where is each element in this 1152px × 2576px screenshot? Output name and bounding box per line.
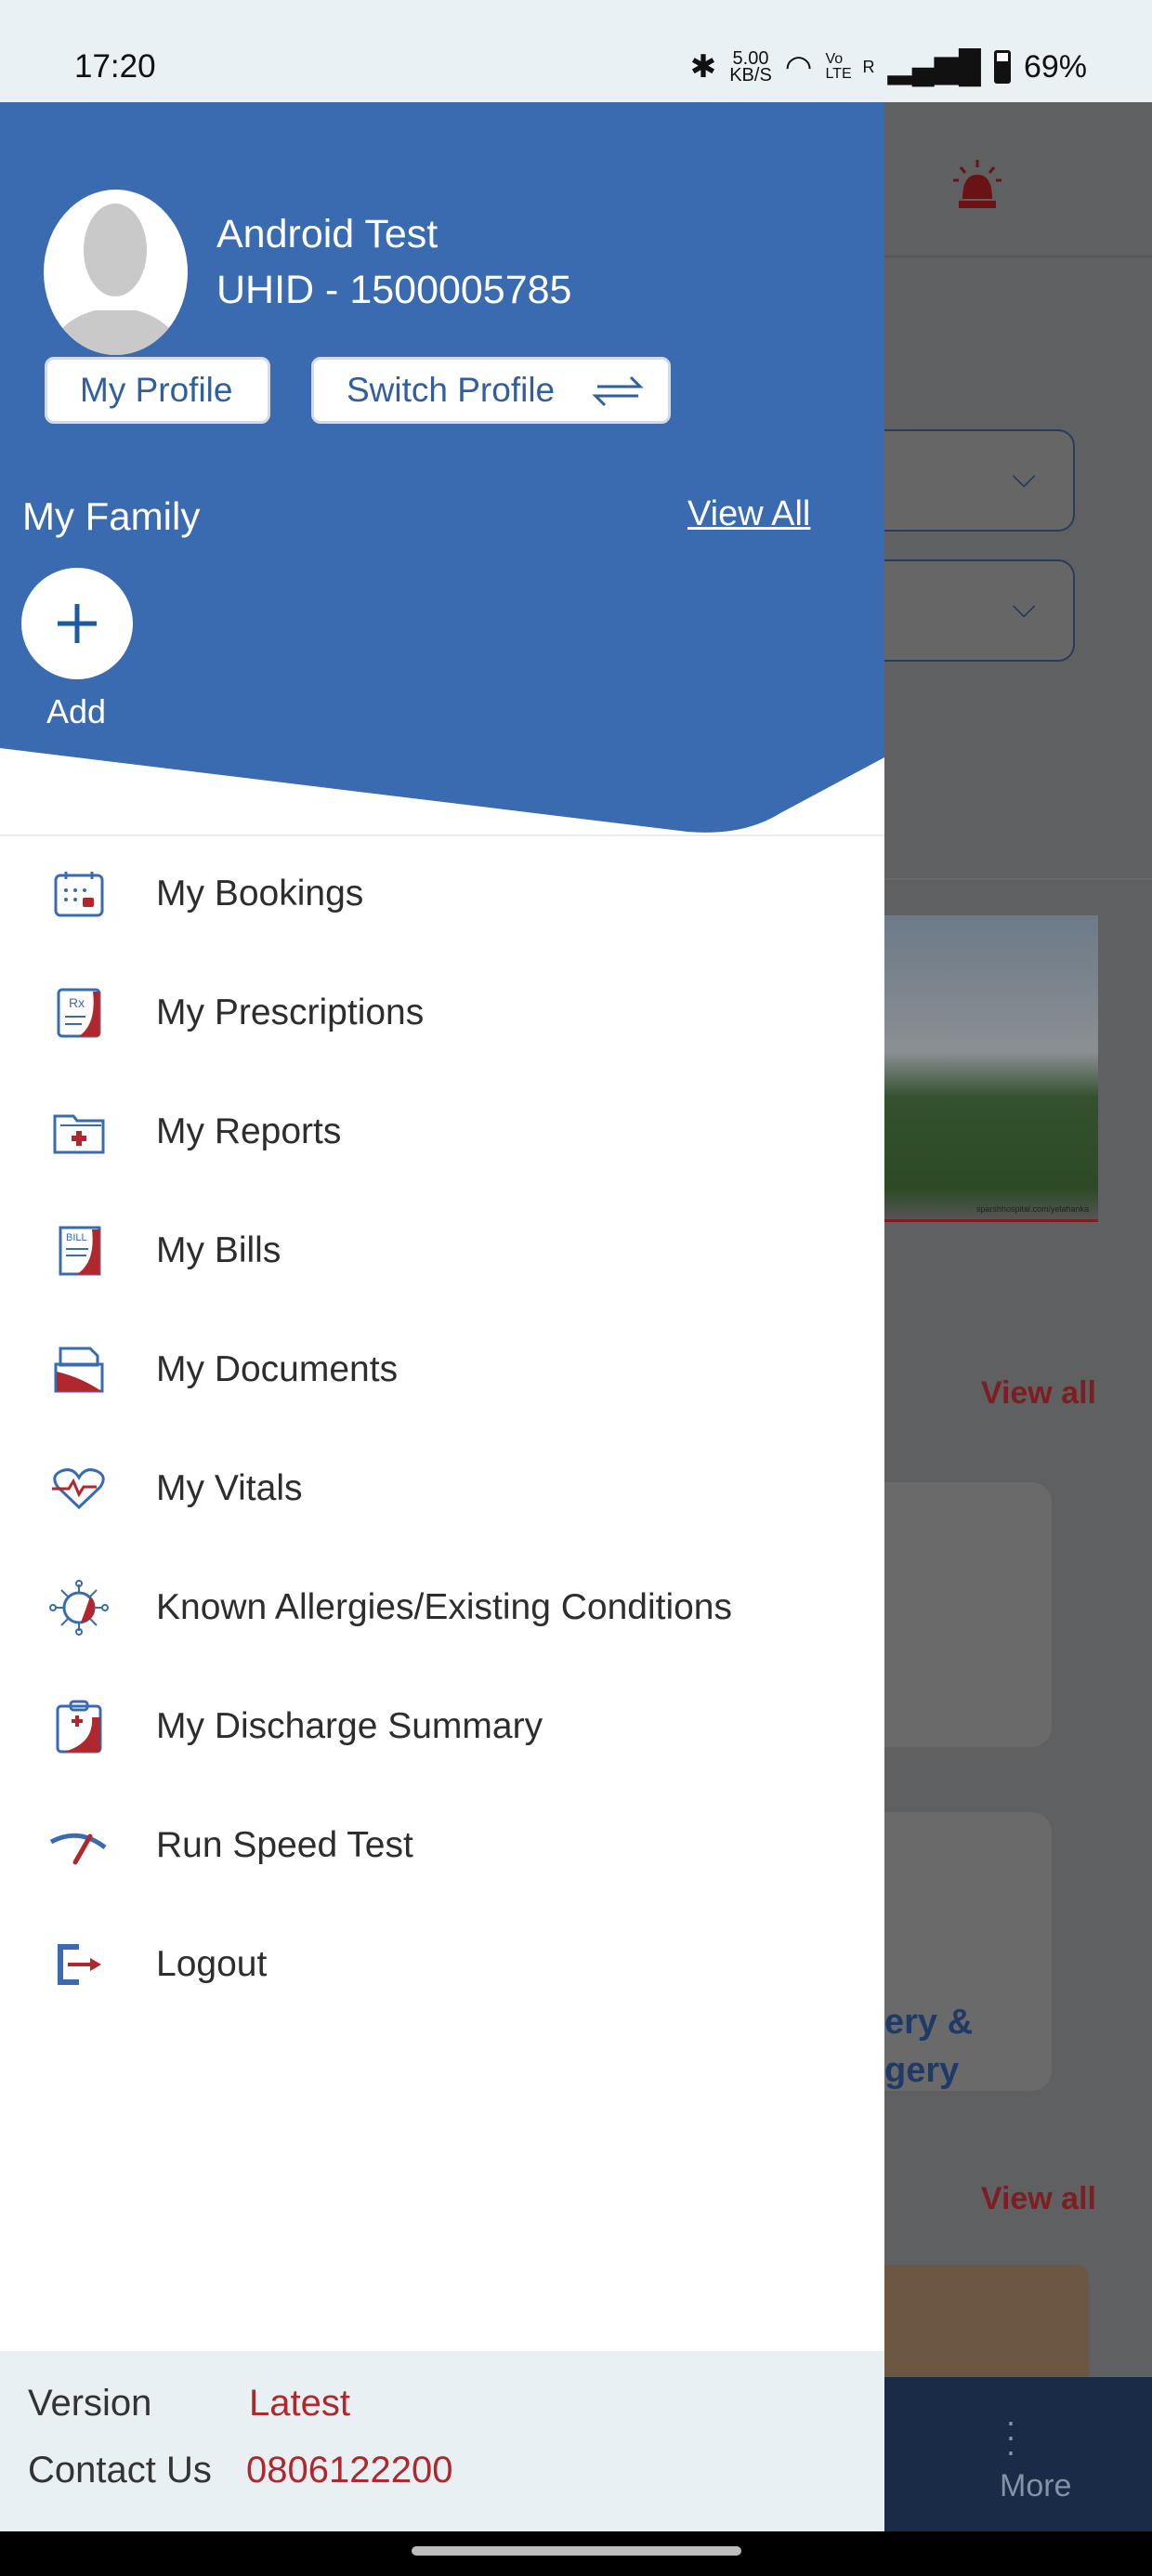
status-icons: ✱ 5.00 KB/S ◠ Vo LTE R ▂▄▆█ 69% (690, 48, 1087, 85)
my-family-heading: My Family (22, 494, 201, 538)
emergency-siren-icon (949, 158, 1005, 214)
user-name: Android Test (216, 212, 439, 256)
avatar[interactable] (44, 190, 188, 355)
bluetooth-icon: ✱ (689, 49, 717, 85)
logout-icon (46, 1937, 111, 1992)
add-family-label: Add (46, 692, 107, 730)
card-text-1: ery & (884, 2003, 974, 2042)
medical-folder-icon (46, 1104, 111, 1160)
banner-caption: sparshhospital.com/yelahanka (975, 1204, 1089, 1214)
plus-icon (58, 604, 97, 643)
view-all-link-1[interactable]: View all (981, 1375, 1096, 1412)
view-all-family-link[interactable]: View All (687, 494, 810, 534)
contact-label: Contact Us (28, 2450, 212, 2491)
menu-label: Logout (156, 1944, 268, 1984)
roaming-indicator: R (862, 57, 875, 76)
card-text-2: gery (884, 2051, 960, 2090)
menu-label: My Bookings (156, 874, 364, 913)
service-card-2[interactable]: ery & gery (884, 1812, 1052, 2091)
wifi-icon: ◠ (784, 49, 813, 85)
switch-profile-button[interactable]: Switch Profile (311, 357, 671, 424)
user-uhid: UHID - 1500005785 (216, 268, 572, 312)
menu-list: My Bookings Rx My Prescriptions My Report… (0, 835, 884, 2024)
menu-label: My Documents (156, 1349, 399, 1389)
net-speed: 5.00 KB/S (729, 49, 772, 85)
menu-item-my-documents[interactable]: My Documents (0, 1310, 884, 1429)
version-value: Latest (249, 2383, 350, 2424)
menu-item-my-vitals[interactable]: My Vitals (0, 1429, 884, 1548)
calendar-icon (46, 866, 111, 922)
menu-item-logout[interactable]: Logout (0, 1905, 884, 2024)
menu-label: My Vitals (156, 1468, 303, 1508)
documents-icon (46, 1342, 111, 1398)
menu-label: Run Speed Test (156, 1825, 413, 1865)
menu-label: My Reports (156, 1111, 342, 1151)
navigation-drawer: Android Test UHID - 1500005785 My Profil… (0, 102, 884, 2531)
heart-pulse-icon (46, 1461, 111, 1517)
menu-label: My Discharge Summary (156, 1706, 543, 1746)
virus-icon (46, 1580, 111, 1636)
menu-label: My Bills (156, 1230, 281, 1270)
background-screen: ⌵ ⌵ sparshhospital.com/yelahanka View al… (884, 102, 1152, 2531)
svg-text:Rx: Rx (69, 995, 85, 1010)
version-label: Version (28, 2383, 152, 2424)
menu-label: Known Allergies/Existing Conditions (156, 1587, 733, 1627)
switch-arrows-icon (592, 375, 644, 407)
more-dots-icon[interactable]: · · · (1005, 2405, 1016, 2468)
speedometer-icon (46, 1818, 111, 1873)
menu-item-my-bills[interactable]: BILL My Bills (0, 1191, 884, 1310)
menu-item-known-allergies[interactable]: Known Allergies/Existing Conditions (0, 1548, 884, 1667)
my-profile-button[interactable]: My Profile (45, 357, 270, 424)
switch-profile-label: Switch Profile (347, 371, 556, 409)
view-all-link-2[interactable]: View all (981, 2181, 1096, 2217)
prescription-icon: Rx (46, 985, 111, 1041)
battery-icon (993, 50, 1011, 84)
battery-percent: 69% (1023, 48, 1087, 85)
menu-item-my-reports[interactable]: My Reports (0, 1072, 884, 1191)
home-gesture-handle[interactable] (412, 2546, 741, 2556)
svg-text:BILL: BILL (66, 1232, 87, 1243)
promo-card[interactable] (884, 2265, 1089, 2385)
more-tab[interactable]: More (1000, 2468, 1071, 2504)
net-speed-unit: KB/S (729, 65, 772, 85)
clipboard-icon (46, 1699, 111, 1755)
menu-item-my-prescriptions[interactable]: Rx My Prescriptions (0, 953, 884, 1072)
clock: 17:20 (74, 48, 156, 85)
my-profile-label: My Profile (80, 371, 233, 409)
chevron-down-icon: ⌵ (1012, 589, 1036, 624)
drawer-header: Android Test UHID - 1500005785 My Profil… (0, 102, 884, 836)
contact-phone-link[interactable]: 0806122200 (246, 2450, 452, 2491)
bill-icon: BILL (46, 1223, 111, 1279)
menu-label: My Prescriptions (156, 992, 425, 1032)
dropdown-1[interactable]: ⌵ (884, 429, 1075, 532)
service-card-1[interactable] (884, 1482, 1052, 1747)
signal-icon: ▂▄▆█ (887, 49, 981, 85)
drawer-footer: Version Latest Contact Us 0806122200 (0, 2351, 884, 2531)
dropdown-2[interactable]: ⌵ (884, 559, 1075, 662)
bottom-nav: · · · More (884, 2377, 1152, 2531)
hospital-banner-image[interactable]: sparshhospital.com/yelahanka (884, 915, 1098, 1222)
chevron-down-icon: ⌵ (1012, 459, 1036, 494)
add-family-button[interactable] (21, 568, 133, 679)
menu-item-my-bookings[interactable]: My Bookings (0, 835, 884, 953)
volte-icon: Vo LTE (825, 51, 852, 82)
status-bar: 17:20 ✱ 5.00 KB/S ◠ Vo LTE R ▂▄▆█ 69% (0, 0, 1152, 102)
menu-item-my-discharge-summary[interactable]: My Discharge Summary (0, 1667, 884, 1786)
menu-item-run-speed-test[interactable]: Run Speed Test (0, 1786, 884, 1905)
